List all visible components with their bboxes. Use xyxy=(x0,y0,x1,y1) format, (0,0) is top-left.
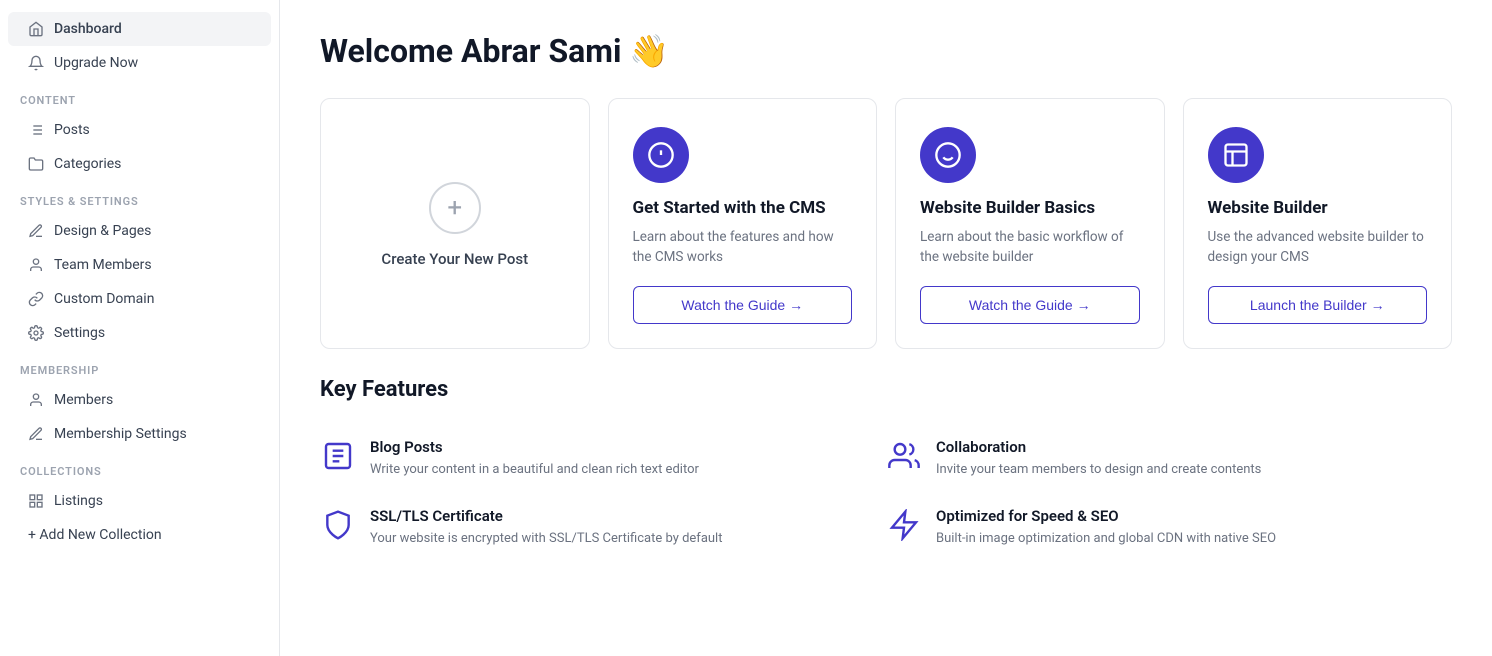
sidebar-item-posts-label: Posts xyxy=(54,122,90,138)
sidebar-item-members-label: Members xyxy=(54,392,113,408)
blog-posts-feature-desc: Write your content in a beautiful and cl… xyxy=(370,460,699,480)
sidebar-item-categories-label: Categories xyxy=(54,156,121,172)
sidebar-section-membership: MEMBERSHIP xyxy=(0,350,279,383)
cards-row: + Create Your New Post Get Started with … xyxy=(320,98,1452,349)
sidebar-item-membership-settings-label: Membership Settings xyxy=(54,426,187,442)
grid-icon xyxy=(28,493,44,509)
key-features-title: Key Features xyxy=(320,377,1452,402)
watch-guide-button-2[interactable]: Watch the Guide → xyxy=(920,286,1140,324)
collaboration-feature-title: Collaboration xyxy=(936,438,1261,456)
sidebar-item-settings[interactable]: Settings xyxy=(8,316,271,350)
ssl-feature-desc: Your website is encrypted with SSL/TLS C… xyxy=(370,529,722,549)
sidebar-item-settings-label: Settings xyxy=(54,325,105,341)
page-title: Welcome Abrar Sami 👋 xyxy=(320,32,1452,70)
sidebar-item-domain-label: Custom Domain xyxy=(54,291,154,307)
feature-speed-seo: Optimized for Speed & SEO Built-in image… xyxy=(886,493,1452,563)
feature-ssl: SSL/TLS Certificate Your website is encr… xyxy=(320,493,886,563)
sidebar-item-dashboard-label: Dashboard xyxy=(54,21,122,37)
sidebar-item-listings-label: Listings xyxy=(54,493,103,509)
ssl-feature-title: SSL/TLS Certificate xyxy=(370,507,722,525)
sidebar-item-listings[interactable]: Listings xyxy=(8,484,271,518)
ssl-icon xyxy=(320,507,356,543)
sidebar-item-membership-settings[interactable]: Membership Settings xyxy=(8,417,271,451)
add-collection-button[interactable]: + Add New Collection xyxy=(8,518,271,552)
builder-basics-card: Website Builder Basics Learn about the b… xyxy=(895,98,1165,349)
sidebar-item-upgrade-label: Upgrade Now xyxy=(54,55,138,71)
edit-icon xyxy=(28,223,44,239)
website-builder-desc: Use the advanced website builder to desi… xyxy=(1208,227,1428,268)
get-started-icon-circle xyxy=(633,127,689,183)
sidebar-item-categories[interactable]: Categories xyxy=(8,147,271,181)
gear-icon xyxy=(28,325,44,341)
get-started-card: Get Started with the CMS Learn about the… xyxy=(608,98,878,349)
website-builder-icon-circle xyxy=(1208,127,1264,183)
features-grid: Blog Posts Write your content in a beaut… xyxy=(320,424,1452,563)
create-post-card[interactable]: + Create Your New Post xyxy=(320,98,590,349)
get-started-title: Get Started with the CMS xyxy=(633,197,853,219)
sidebar-item-team[interactable]: Team Members xyxy=(8,248,271,282)
list-icon xyxy=(28,122,44,138)
sidebar-item-design-label: Design & Pages xyxy=(54,223,151,239)
main-content: Welcome Abrar Sami 👋 + Create Your New P… xyxy=(280,0,1492,656)
folder-icon xyxy=(28,156,44,172)
blog-posts-feature-title: Blog Posts xyxy=(370,438,699,456)
link-icon xyxy=(28,291,44,307)
launch-builder-button[interactable]: Launch the Builder → xyxy=(1208,286,1428,324)
builder-basics-title: Website Builder Basics xyxy=(920,197,1140,219)
sidebar-item-members[interactable]: Members xyxy=(8,383,271,417)
speed-seo-feature-title: Optimized for Speed & SEO xyxy=(936,507,1276,525)
sidebar-item-team-label: Team Members xyxy=(54,257,152,273)
create-post-icon: + xyxy=(429,182,481,234)
sidebar-item-posts[interactable]: Posts xyxy=(8,113,271,147)
feature-blog-posts: Blog Posts Write your content in a beaut… xyxy=(320,424,886,494)
sidebar: Dashboard Upgrade Now CONTENT Posts Cate… xyxy=(0,0,280,656)
membership-settings-icon xyxy=(28,426,44,442)
website-builder-title: Website Builder xyxy=(1208,197,1428,219)
sidebar-item-design[interactable]: Design & Pages xyxy=(8,214,271,248)
sidebar-item-upgrade[interactable]: Upgrade Now xyxy=(8,46,271,80)
get-started-desc: Learn about the features and how the CMS… xyxy=(633,227,853,268)
sidebar-section-styles: STYLES & SETTINGS xyxy=(0,181,279,214)
key-features-section: Key Features Blog Posts Write your conte… xyxy=(320,377,1452,563)
speed-seo-icon xyxy=(886,507,922,543)
sidebar-item-dashboard[interactable]: Dashboard xyxy=(8,12,271,46)
home-icon xyxy=(28,21,44,37)
builder-basics-desc: Learn about the basic workflow of the we… xyxy=(920,227,1140,268)
watch-guide-button-1[interactable]: Watch the Guide → xyxy=(633,286,853,324)
speed-seo-feature-desc: Built-in image optimization and global C… xyxy=(936,529,1276,549)
collaboration-feature-desc: Invite your team members to design and c… xyxy=(936,460,1261,480)
members-icon xyxy=(28,392,44,408)
builder-basics-icon-circle xyxy=(920,127,976,183)
create-post-label: Create Your New Post xyxy=(381,250,528,268)
sidebar-item-domain[interactable]: Custom Domain xyxy=(8,282,271,316)
sidebar-section-content: CONTENT xyxy=(0,80,279,113)
website-builder-card: Website Builder Use the advanced website… xyxy=(1183,98,1453,349)
blog-posts-icon xyxy=(320,438,356,474)
bell-icon xyxy=(28,55,44,71)
collaboration-icon xyxy=(886,438,922,474)
user-icon xyxy=(28,257,44,273)
feature-collaboration: Collaboration Invite your team members t… xyxy=(886,424,1452,494)
add-collection-label: + Add New Collection xyxy=(28,527,162,543)
sidebar-section-collections: COLLECTIONS xyxy=(0,451,279,484)
